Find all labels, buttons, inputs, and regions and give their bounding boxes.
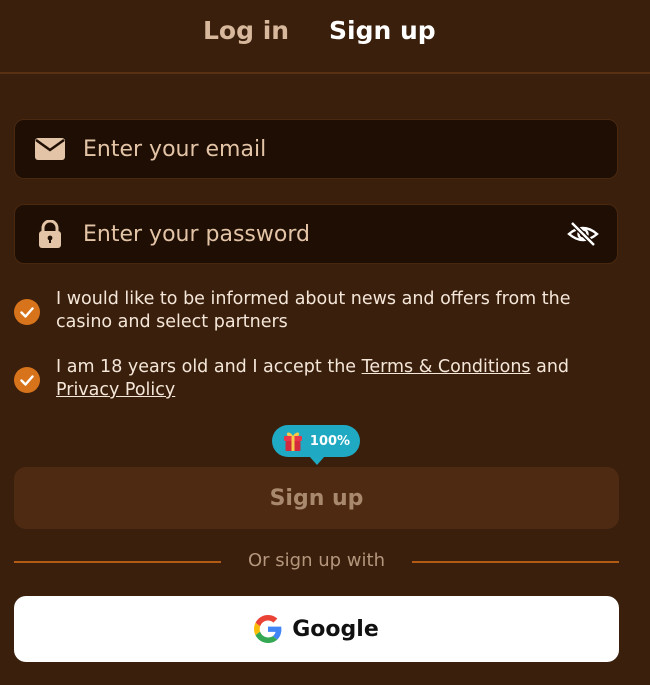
password-input[interactable] (83, 205, 553, 263)
gift-icon (282, 430, 304, 452)
google-button-label: Google (292, 616, 379, 642)
divider-line-left (14, 561, 221, 563)
terms-checkbox[interactable] (14, 367, 40, 393)
terms-middle-text: and (530, 357, 570, 377)
checkmark-icon (20, 374, 34, 386)
tab-signup[interactable]: Sign up (329, 16, 436, 45)
divider-line-right (412, 561, 619, 563)
news-consent-label: I would like to be informed about news a… (56, 289, 571, 332)
google-icon (254, 615, 282, 643)
tab-login[interactable]: Log in (203, 16, 289, 45)
bonus-badge-text: 100% (309, 433, 351, 449)
signup-panel: Log in Sign up Enter your email I would … (0, 0, 650, 685)
email-input[interactable] (83, 120, 553, 178)
divider-text: Or sign up with (248, 550, 385, 571)
terms-link[interactable]: Terms & Conditions (362, 357, 531, 377)
terms-prefix-text: I am 18 years old and I accept the (56, 357, 362, 377)
lock-icon (38, 220, 62, 248)
privacy-link[interactable]: Privacy Policy (56, 380, 175, 400)
mail-icon (35, 138, 65, 160)
news-checkbox[interactable] (14, 299, 40, 325)
signup-submit-button[interactable]: Sign up (14, 467, 619, 529)
bonus-badge: 100% (272, 425, 360, 465)
eye-off-icon[interactable] (567, 220, 599, 248)
password-field-container (14, 204, 618, 264)
auth-tabs: Log in Sign up (0, 0, 650, 74)
terms-consent-label: I am 18 years old and I accept the Terms… (56, 356, 621, 402)
email-field-container (14, 119, 618, 179)
google-signup-button[interactable]: Google (14, 596, 619, 662)
checkmark-icon (20, 306, 34, 318)
